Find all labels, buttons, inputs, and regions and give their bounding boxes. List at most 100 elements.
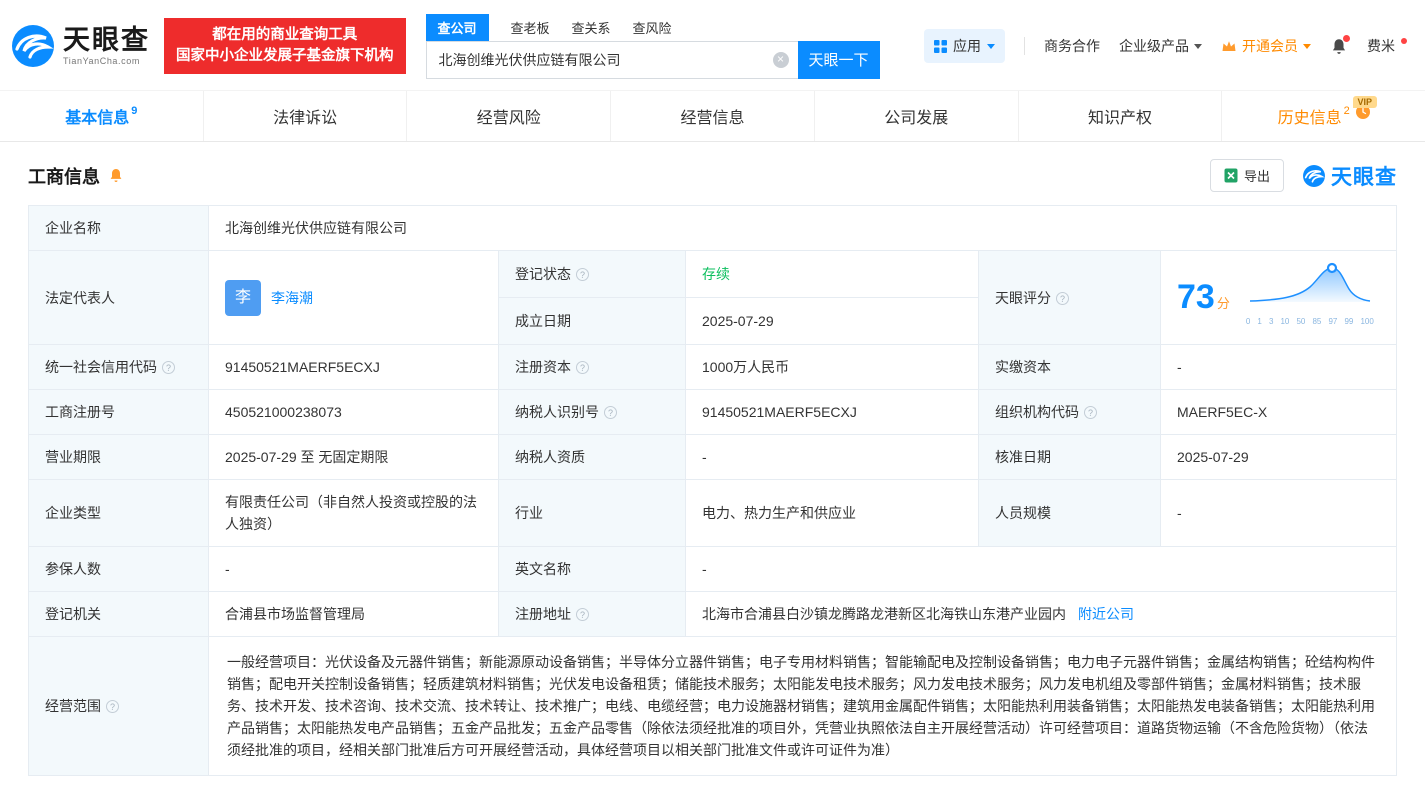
chevron-down-icon — [1303, 44, 1311, 49]
search-button[interactable]: 天眼一下 — [798, 41, 880, 79]
tab-basic-info[interactable]: 基本信息 9 — [0, 91, 203, 141]
tab-operating-info[interactable]: 经营信息 — [610, 91, 814, 141]
field-label: 行业 — [515, 505, 543, 521]
field-label: 营业期限 — [45, 449, 101, 465]
apps-menu[interactable]: 应用 — [924, 29, 1005, 63]
field-value: - — [702, 561, 707, 577]
field-label: 企业名称 — [45, 220, 101, 236]
business-cooperation-link[interactable]: 商务合作 — [1044, 36, 1100, 56]
business-term-value: 2025-07-29 至 无固定期限 — [209, 435, 499, 480]
help-icon[interactable]: ? — [106, 700, 119, 713]
tianyan-score[interactable]: 73分 — [1177, 280, 1230, 315]
help-icon[interactable]: ? — [1056, 292, 1069, 305]
field-label: 统一社会信用代码 — [45, 359, 157, 375]
help-icon[interactable]: ? — [1084, 406, 1097, 419]
legal-rep-label: 法定代表人 — [29, 251, 209, 345]
score-axis-tick: 100 — [1360, 311, 1373, 333]
legal-rep-avatar[interactable]: 李 — [225, 280, 261, 316]
company-type-label: 企业类型 — [29, 480, 209, 547]
registry-value: 合浦县市场监督管理局 — [209, 592, 499, 637]
score-axis-tick: 0 — [1246, 311, 1250, 333]
field-value: 合浦县市场监督管理局 — [225, 606, 365, 622]
help-icon[interactable]: ? — [162, 361, 175, 374]
reg-number-label: 工商注册号 — [29, 390, 209, 435]
field-label: 工商注册号 — [45, 404, 115, 420]
insured-count-value: - — [209, 547, 499, 592]
field-value: - — [225, 561, 230, 577]
divider — [1024, 37, 1025, 55]
tab-label: 历史信息 — [1278, 104, 1342, 128]
tab-label: 经营信息 — [681, 104, 745, 128]
score-axis-tick: 99 — [1344, 311, 1353, 333]
reg-capital-value: 1000万人民币 — [686, 345, 979, 390]
vip-upgrade-menu[interactable]: 开通会员 — [1221, 36, 1311, 56]
subscribe-bell-icon[interactable] — [108, 167, 124, 184]
help-icon[interactable]: ? — [576, 268, 589, 281]
field-label: 英文名称 — [515, 561, 571, 577]
tab-legal-litigation[interactable]: 法律诉讼 — [203, 91, 407, 141]
search-tab-company[interactable]: 查公司 — [426, 14, 489, 41]
tab-intellectual-property[interactable]: 知识产权 — [1018, 91, 1222, 141]
tab-company-development[interactable]: 公司发展 — [814, 91, 1018, 141]
clear-search-icon[interactable]: × — [773, 52, 789, 68]
org-code-label: 组织机构代码? — [979, 390, 1161, 435]
search-tabs: 查公司 查老板 查关系 查风险 — [426, 14, 880, 41]
help-icon[interactable]: ? — [576, 361, 589, 374]
paid-capital-label: 实缴资本 — [979, 345, 1161, 390]
score-unit: 分 — [1217, 296, 1230, 311]
tianyan-score-label: 天眼评分? — [979, 251, 1161, 345]
search-input[interactable] — [426, 41, 798, 79]
search-tab-relation[interactable]: 查关系 — [572, 14, 611, 41]
legal-rep-link[interactable]: 李海潮 — [271, 287, 313, 309]
industry-label: 行业 — [499, 480, 686, 547]
export-button[interactable]: 导出 — [1210, 159, 1284, 192]
top-navigation: 应用 商务合作 企业级产品 开通会员 费米 — [924, 29, 1407, 63]
score-axis-tick: 85 — [1312, 311, 1321, 333]
approval-date-label: 核准日期 — [979, 435, 1161, 480]
establish-date-value: 2025-07-29 — [686, 298, 979, 345]
field-label: 经营范围 — [45, 698, 101, 714]
field-value: 电力、热力生产和供应业 — [702, 505, 856, 521]
address-label: 注册地址? — [499, 592, 686, 637]
search-tab-boss[interactable]: 查老板 — [511, 14, 550, 41]
tab-operating-risk[interactable]: 经营风险 — [406, 91, 610, 141]
chevron-down-icon — [987, 44, 995, 49]
field-label: 成立日期 — [515, 313, 571, 329]
score-curve-icon — [1246, 262, 1374, 304]
field-value: MAERF5EC-X — [1177, 404, 1267, 420]
enterprise-products-menu[interactable]: 企业级产品 — [1119, 36, 1202, 56]
tab-history-info[interactable]: VIP 历史信息 2 — [1221, 91, 1425, 141]
search-tab-risk[interactable]: 查风险 — [633, 14, 672, 41]
vip-upgrade-label: 开通会员 — [1242, 36, 1298, 56]
notifications-bell[interactable] — [1330, 37, 1348, 56]
tab-label: 知识产权 — [1088, 104, 1152, 128]
crown-icon — [1221, 40, 1237, 52]
tab-label: 法律诉讼 — [273, 104, 337, 128]
field-value: 有限责任公司（非自然人投资或控股的法人独资） — [225, 494, 477, 532]
logo-text: 天眼查 — [63, 26, 150, 54]
user-menu[interactable]: 费米 — [1367, 36, 1407, 56]
field-value: - — [1177, 359, 1182, 375]
apps-label: 应用 — [953, 36, 981, 56]
tab-count-badge: 9 — [131, 106, 137, 117]
watermark-logo: 天眼查 — [1302, 161, 1397, 191]
help-icon[interactable]: ? — [576, 608, 589, 621]
taxpayer-id-value: 91450521MAERF5ECXJ — [686, 390, 979, 435]
table-row: 法定代表人 李 李海潮 登记状态? 存续 天眼评分? 73分 — [29, 251, 1397, 298]
company-name-value: 北海创维光伏供应链有限公司 — [209, 206, 1397, 251]
field-value: 北海创维光伏供应链有限公司 — [225, 220, 407, 236]
help-icon[interactable]: ? — [604, 406, 617, 419]
field-value: - — [702, 449, 707, 465]
field-value: 一般经营项目：光伏设备及元器件销售；新能源原动设备销售；半导体分立器件销售；电子… — [227, 654, 1375, 758]
app-grid-icon — [934, 40, 947, 53]
tianyancha-logo[interactable]: 天眼查 TianYanCha.com — [10, 23, 150, 69]
business-info-table: 企业名称 北海创维光伏供应链有限公司 法定代表人 李 李海潮 登记状态? 存续 … — [28, 205, 1397, 776]
taxpayer-quality-label: 纳税人资质 — [499, 435, 686, 480]
table-row: 登记机关 合浦县市场监督管理局 注册地址? 北海市合浦县白沙镇龙腾路龙港新区北海… — [29, 592, 1397, 637]
notification-dot — [1343, 35, 1350, 42]
field-value: - — [1177, 505, 1182, 521]
tab-label: 基本信息 — [65, 104, 129, 128]
business-scope-label: 经营范围? — [29, 637, 209, 776]
nearby-companies-link[interactable]: 附近公司 — [1078, 606, 1134, 622]
credit-code-value: 91450521MAERF5ECXJ — [209, 345, 499, 390]
